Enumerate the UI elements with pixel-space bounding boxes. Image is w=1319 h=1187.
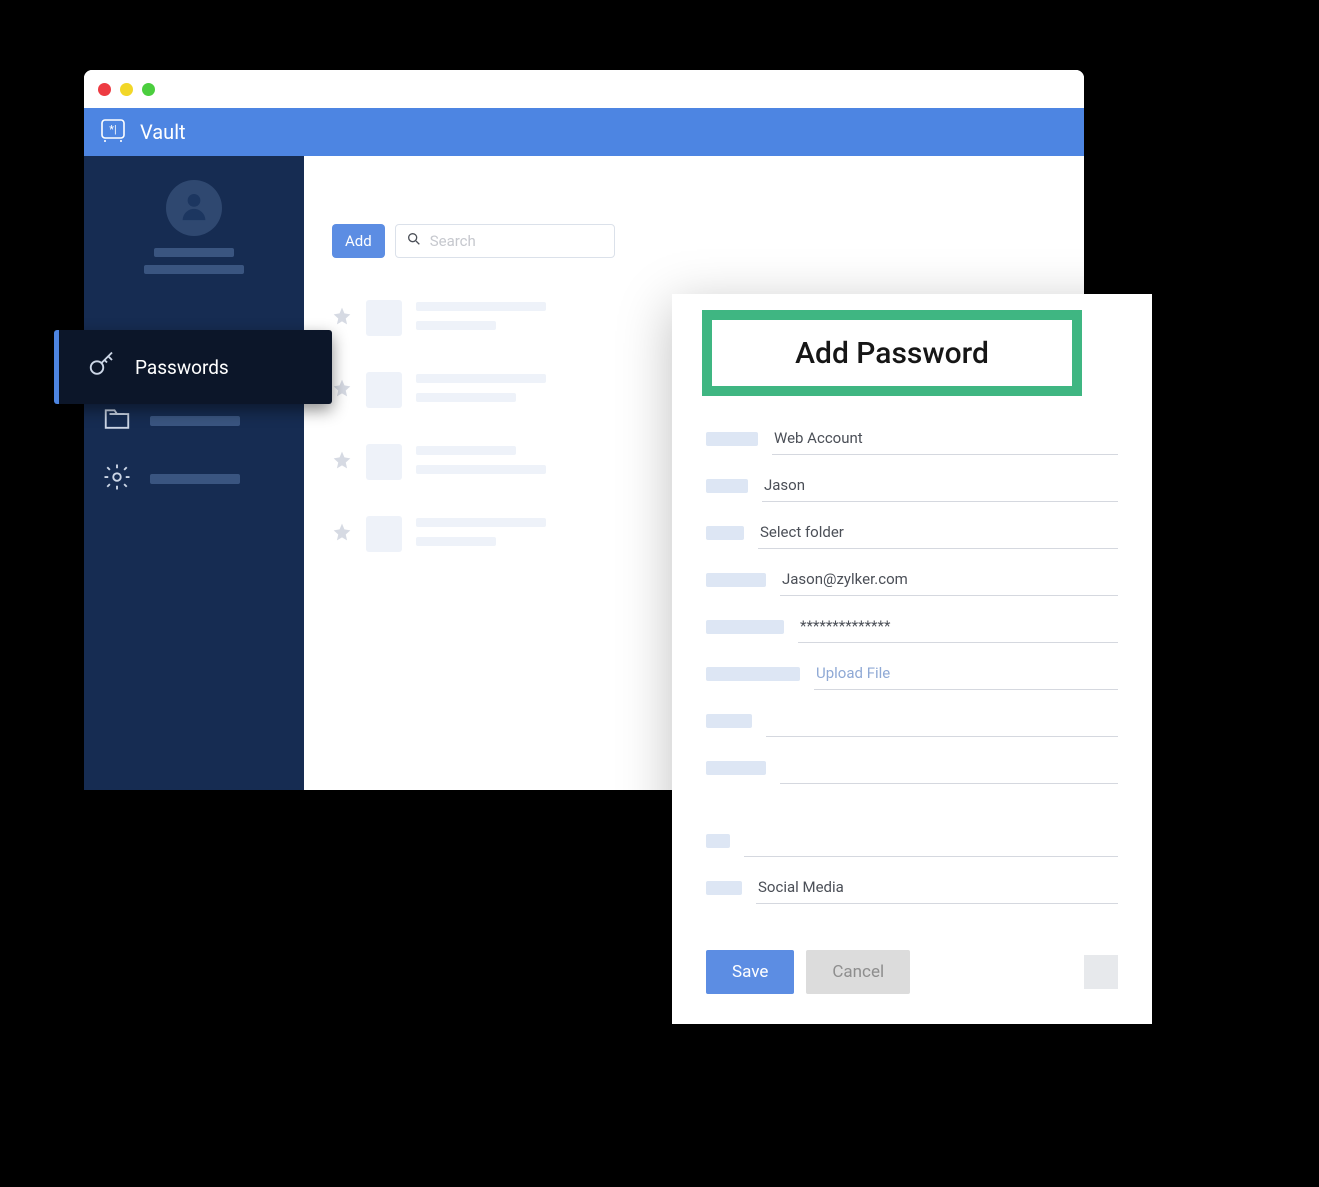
placeholder-line [154, 248, 234, 257]
email-input[interactable] [780, 563, 1118, 596]
name-input[interactable] [762, 469, 1118, 502]
field-label-placeholder [706, 761, 766, 775]
placeholder-line [416, 374, 546, 383]
search-box[interactable] [395, 224, 615, 258]
field-extra-3 [706, 824, 1118, 857]
sidebar: Passwords [84, 156, 304, 790]
placeholder-line [416, 446, 516, 455]
extra-input-1[interactable] [766, 704, 1118, 737]
sidebar-item-settings[interactable] [84, 450, 304, 508]
list-item[interactable] [332, 500, 612, 572]
field-category [706, 871, 1118, 904]
cancel-button[interactable]: Cancel [806, 950, 910, 994]
key-icon [87, 350, 117, 384]
sidebar-item-passwords[interactable]: Passwords [54, 330, 332, 404]
star-icon[interactable] [332, 378, 352, 398]
field-label-placeholder [706, 714, 752, 728]
thumbnail-icon [366, 372, 402, 408]
thumbnail-icon [366, 516, 402, 552]
panel-footer: Save Cancel [672, 936, 1152, 1004]
extra-input-2[interactable] [780, 751, 1118, 784]
row-text [416, 444, 612, 484]
vault-icon: *| [100, 118, 126, 146]
app-header: *| Vault [84, 108, 1084, 156]
row-text [416, 372, 612, 412]
field-extra-1 [706, 704, 1118, 737]
svg-text:*|: *| [109, 123, 116, 136]
thumbnail-icon [366, 300, 402, 336]
upload-file-link[interactable] [814, 657, 1118, 690]
star-icon[interactable] [332, 306, 352, 326]
list-item[interactable] [332, 356, 612, 428]
save-button[interactable]: Save [706, 950, 794, 994]
list-item[interactable] [332, 284, 612, 356]
placeholder-line [416, 302, 546, 311]
password-input[interactable] [798, 610, 1118, 643]
user-icon [177, 189, 211, 227]
placeholder-line [416, 465, 546, 474]
placeholder-line [416, 518, 546, 527]
gear-icon [102, 462, 132, 496]
account-type-input[interactable] [772, 422, 1118, 455]
placeholder-line [144, 265, 244, 274]
search-input[interactable] [430, 232, 604, 250]
thumbnail-icon [366, 444, 402, 480]
star-icon[interactable] [332, 522, 352, 542]
field-extra-2 [706, 751, 1118, 784]
row-text [416, 300, 612, 340]
minimize-icon[interactable] [120, 83, 133, 96]
avatar[interactable] [166, 180, 222, 236]
field-label-placeholder [706, 834, 730, 848]
panel-title-highlight: Add Password [702, 310, 1082, 396]
folder-select[interactable] [758, 516, 1118, 549]
field-label-placeholder [706, 573, 766, 587]
password-list [332, 284, 612, 572]
maximize-icon[interactable] [142, 83, 155, 96]
sidebar-rest [84, 392, 304, 508]
field-name [706, 469, 1118, 502]
close-icon[interactable] [98, 83, 111, 96]
add-button[interactable]: Add [332, 224, 385, 258]
field-label-placeholder [706, 526, 744, 540]
footer-square-icon[interactable] [1084, 955, 1118, 989]
field-account-type [706, 422, 1118, 455]
panel-title: Add Password [795, 336, 989, 371]
category-input[interactable] [756, 871, 1118, 904]
placeholder-line [416, 537, 496, 546]
field-label-placeholder [706, 432, 758, 446]
field-password [706, 610, 1118, 643]
placeholder-line [150, 474, 240, 484]
toolbar: Add [332, 224, 1056, 258]
field-email [706, 563, 1118, 596]
titlebar [84, 70, 1084, 108]
field-label-placeholder [706, 620, 784, 634]
extra-input-3[interactable] [744, 824, 1118, 857]
sidebar-item-label: Passwords [135, 356, 229, 379]
search-icon [406, 231, 422, 251]
profile-block [84, 180, 304, 282]
field-label-placeholder [706, 667, 800, 681]
row-text [416, 516, 612, 556]
field-label-placeholder [706, 881, 742, 895]
list-item[interactable] [332, 428, 612, 500]
add-password-panel: Save Cancel [672, 294, 1152, 1024]
app-title: Vault [140, 120, 186, 144]
star-icon[interactable] [332, 450, 352, 470]
field-upload [706, 657, 1118, 690]
field-folder [706, 516, 1118, 549]
placeholder-line [416, 393, 516, 402]
placeholder-line [150, 416, 240, 426]
folder-icon [102, 404, 132, 438]
field-label-placeholder [706, 479, 748, 493]
placeholder-line [416, 321, 496, 330]
